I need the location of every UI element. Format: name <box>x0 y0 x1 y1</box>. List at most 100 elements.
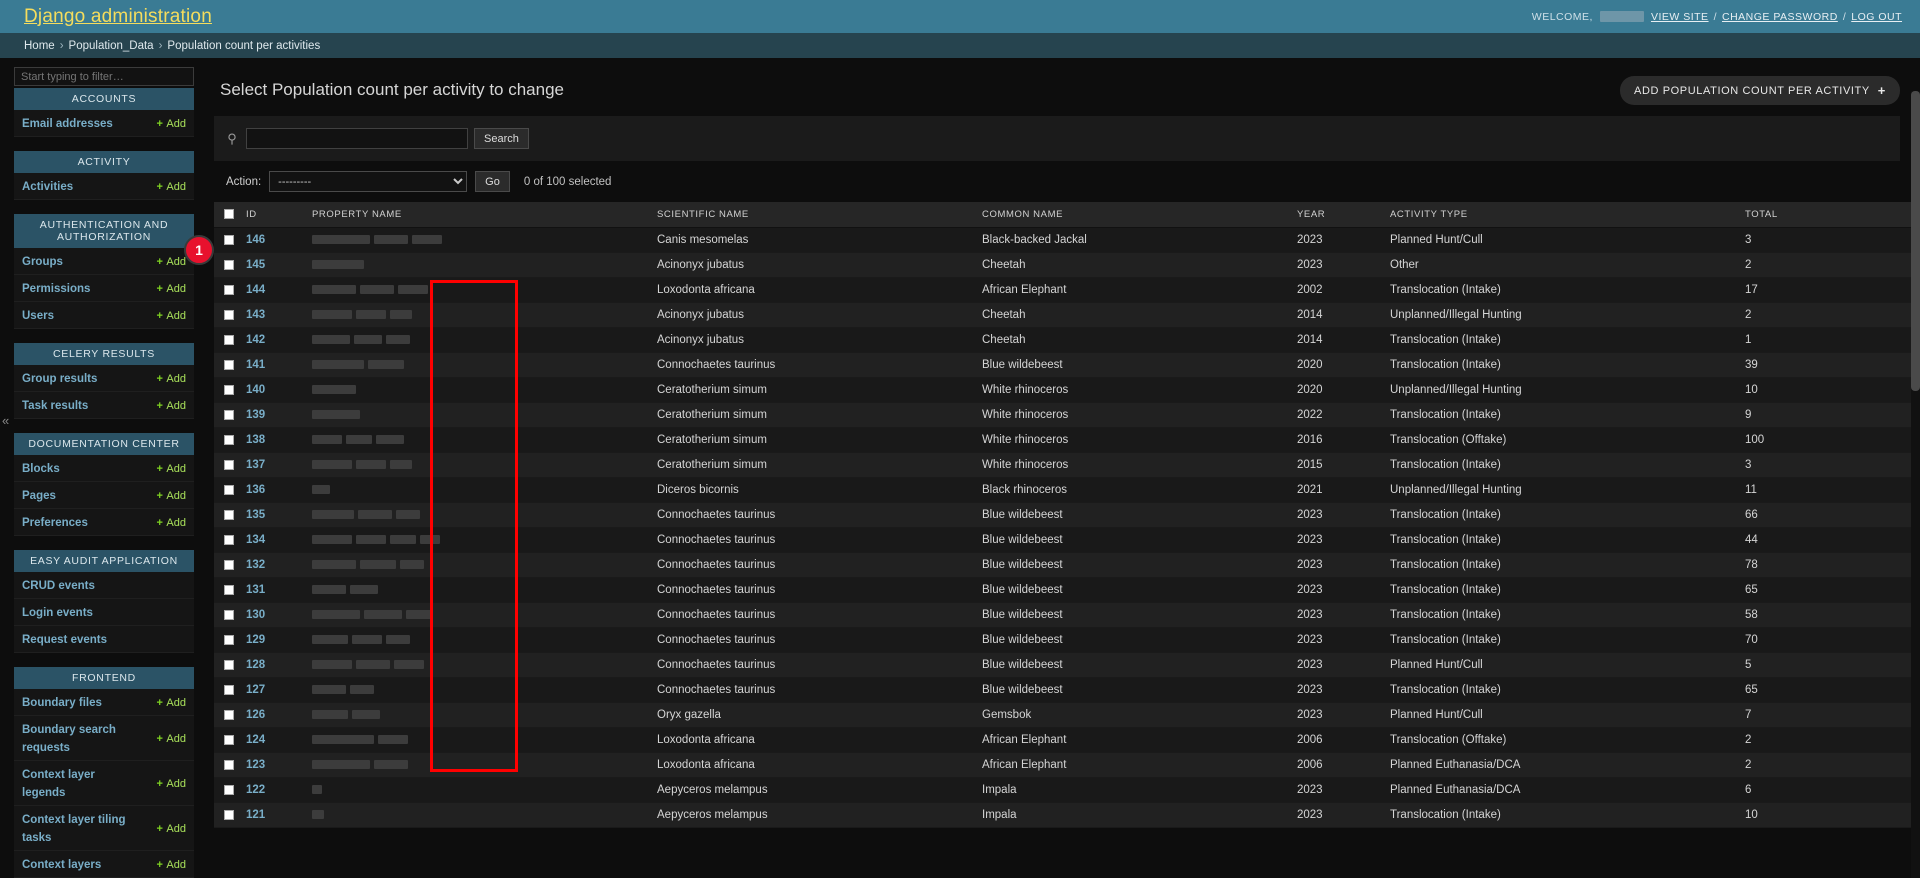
table-row[interactable]: 130 Connochaetes taurinus Blue wildebeest 2… <box>214 602 1920 628</box>
table-row[interactable]: 124 Loxodonta africana African Elephant 200… <box>214 727 1920 753</box>
sidebar-item-label[interactable]: Preferences <box>22 517 88 529</box>
sidebar-item-permissions[interactable]: Permissions + Add <box>14 274 194 302</box>
sidebar-collapse-icon[interactable]: « <box>2 413 9 428</box>
sidebar-add-link[interactable]: + Add <box>157 517 186 529</box>
sidebar-add-link[interactable]: + Add <box>157 310 186 322</box>
row-id-link[interactable]: 121 <box>246 809 265 821</box>
row-select-cell[interactable] <box>214 652 240 678</box>
row-checkbox[interactable] <box>224 659 234 670</box>
row-checkbox[interactable] <box>224 684 234 695</box>
row-checkbox[interactable] <box>224 459 234 470</box>
row-id-link[interactable]: 145 <box>246 259 265 271</box>
row-select-cell[interactable] <box>214 377 240 403</box>
row-select-cell[interactable] <box>214 627 240 653</box>
sidebar-item-label[interactable]: Request events <box>22 634 107 646</box>
column-header-activity-type[interactable]: ACTIVITY TYPE <box>1384 202 1739 228</box>
row-checkbox[interactable] <box>224 509 234 520</box>
sidebar-item-context-layer-legends[interactable]: Context layer legends + Add <box>14 760 194 806</box>
row-checkbox[interactable] <box>224 809 234 820</box>
row-select-cell[interactable] <box>214 752 240 778</box>
row-select-cell[interactable] <box>214 602 240 628</box>
sidebar-item-label[interactable]: Groups <box>22 256 63 268</box>
sidebar-item-label[interactable]: Boundary files <box>22 697 102 709</box>
row-checkbox[interactable] <box>224 784 234 795</box>
table-row[interactable]: 139 Ceratotherium simum White rhinoceros 20… <box>214 402 1920 428</box>
sidebar-item-activities[interactable]: Activities + Add <box>14 173 194 200</box>
table-row[interactable]: 138 Ceratotherium simum White rhinoceros 20… <box>214 427 1920 453</box>
table-row[interactable]: 142 Acinonyx jubatus Cheetah 2014 Translocat… <box>214 327 1920 353</box>
table-row[interactable]: 131 Connochaetes taurinus Blue wildebeest 2… <box>214 577 1920 603</box>
sidebar-app-caption[interactable]: FRONTEND <box>14 667 194 689</box>
row-id-link[interactable]: 144 <box>246 284 265 296</box>
sidebar-item-label[interactable]: Boundary search requests <box>22 724 116 754</box>
row-checkbox[interactable] <box>224 734 234 745</box>
sidebar-app-caption[interactable]: EASY AUDIT APPLICATION <box>14 550 194 572</box>
sidebar-item-label[interactable]: Context layer tiling tasks <box>22 814 126 844</box>
table-row[interactable]: 146 Canis mesomelas Black-backed Jackal 202… <box>214 227 1920 253</box>
table-row[interactable]: 129 Connochaetes taurinus Blue wildebeest 2… <box>214 627 1920 653</box>
row-id-link[interactable]: 122 <box>246 784 265 796</box>
table-row[interactable]: 123 Loxodonta africana African Elephant 200… <box>214 752 1920 778</box>
row-select-cell[interactable] <box>214 502 240 528</box>
row-id-link[interactable]: 124 <box>246 734 265 746</box>
row-checkbox[interactable] <box>224 534 234 545</box>
view-site-link[interactable]: VIEW SITE <box>1651 11 1709 23</box>
row-id-link[interactable]: 143 <box>246 309 265 321</box>
search-button[interactable]: Search <box>474 128 529 149</box>
sidebar-item-label[interactable]: Group results <box>22 373 97 385</box>
row-select-cell[interactable] <box>214 352 240 378</box>
sidebar-item-group-results[interactable]: Group results + Add <box>14 365 194 392</box>
sidebar-app-caption[interactable]: DOCUMENTATION CENTER <box>14 433 194 455</box>
row-select-cell[interactable] <box>214 777 240 803</box>
row-id-link[interactable]: 146 <box>246 234 265 246</box>
row-select-cell[interactable] <box>214 702 240 728</box>
column-header-total[interactable]: TOTAL <box>1739 202 1920 228</box>
table-row[interactable]: 127 Connochaetes taurinus Blue wildebeest 2… <box>214 677 1920 703</box>
sidebar-app-caption[interactable]: ACTIVITY <box>14 151 194 173</box>
sidebar-add-link[interactable]: + Add <box>157 256 186 268</box>
sidebar-app-caption[interactable]: CELERY RESULTS <box>14 343 194 365</box>
table-row[interactable]: 122 Aepyceros melampus Impala 2023 Planned E… <box>214 777 1920 803</box>
sidebar-item-request-events[interactable]: Request events <box>14 625 194 653</box>
row-select-cell[interactable] <box>214 677 240 703</box>
sidebar-add-link[interactable]: + Add <box>157 697 186 709</box>
table-row[interactable]: 121 Aepyceros melampus Impala 2023 Transloca… <box>214 802 1920 828</box>
table-row[interactable]: 135 Connochaetes taurinus Blue wildebeest 2… <box>214 502 1920 528</box>
row-select-cell[interactable] <box>214 577 240 603</box>
sidebar-item-login-events[interactable]: Login events <box>14 598 194 626</box>
row-id-link[interactable]: 141 <box>246 359 265 371</box>
sidebar-item-label[interactable]: Pages <box>22 490 56 502</box>
row-id-link[interactable]: 126 <box>246 709 265 721</box>
add-population-count-per-activity-button[interactable]: ADD POPULATION COUNT PER ACTIVITY + <box>1620 76 1900 105</box>
row-id-link[interactable]: 129 <box>246 634 265 646</box>
sidebar-add-link[interactable]: + Add <box>157 373 186 385</box>
sidebar-item-label[interactable]: Login events <box>22 607 93 619</box>
row-select-cell[interactable] <box>214 327 240 353</box>
row-id-link[interactable]: 137 <box>246 459 265 471</box>
table-row[interactable]: 144 Loxodonta africana African Elephant 200… <box>214 277 1920 303</box>
select-all-header[interactable] <box>214 202 240 228</box>
row-id-link[interactable]: 127 <box>246 684 265 696</box>
row-id-link[interactable]: 128 <box>246 659 265 671</box>
sidebar-item-blocks[interactable]: Blocks + Add <box>14 455 194 482</box>
sidebar-add-link[interactable]: + Add <box>157 490 186 502</box>
row-select-cell[interactable] <box>214 302 240 328</box>
sidebar-item-label[interactable]: Context layers <box>22 859 101 871</box>
row-checkbox[interactable] <box>224 609 234 620</box>
row-checkbox[interactable] <box>224 284 234 295</box>
row-select-cell[interactable] <box>214 452 240 478</box>
row-checkbox[interactable] <box>224 434 234 445</box>
sidebar-item-label[interactable]: CRUD events <box>22 580 95 592</box>
row-select-cell[interactable] <box>214 402 240 428</box>
row-checkbox[interactable] <box>224 634 234 645</box>
table-row[interactable]: 140 Ceratotherium simum White rhinoceros 20… <box>214 377 1920 403</box>
search-input[interactable] <box>246 128 468 149</box>
sidebar-item-label[interactable]: Users <box>22 310 54 322</box>
sidebar-item-task-results[interactable]: Task results + Add <box>14 391 194 419</box>
row-checkbox[interactable] <box>224 409 234 420</box>
sidebar-item-label[interactable]: Permissions <box>22 283 90 295</box>
sidebar-item-label[interactable]: Task results <box>22 400 88 412</box>
row-id-link[interactable]: 139 <box>246 409 265 421</box>
row-id-link[interactable]: 132 <box>246 559 265 571</box>
column-header-id[interactable]: ID <box>240 202 306 228</box>
